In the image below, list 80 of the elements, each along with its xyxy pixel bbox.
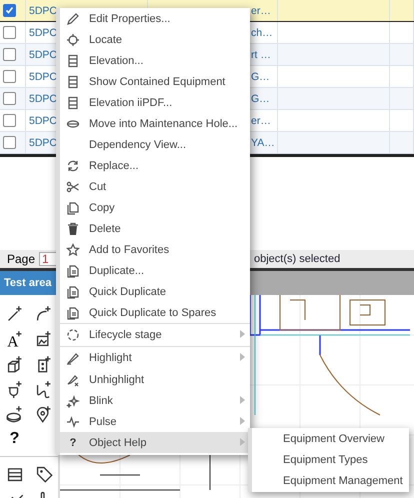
equipment-link[interactable]: 5DPC [29, 4, 58, 16]
table-cell: ch… [251, 26, 273, 38]
row-checkbox[interactable] [3, 70, 16, 83]
rack-icon [66, 54, 80, 68]
menu-item[interactable]: Show Contained Equipment [60, 71, 250, 92]
menu-item[interactable]: Blink [60, 390, 250, 411]
menu-item[interactable]: Pulse [60, 411, 250, 432]
image-add-icon[interactable] [34, 330, 52, 348]
equipment-link[interactable]: 5DPC [29, 48, 58, 60]
pin-add-icon[interactable] [34, 405, 52, 423]
line-add-icon[interactable] [6, 305, 24, 323]
duplicate-icon [66, 264, 80, 278]
layers-icon[interactable] [6, 465, 24, 483]
equipment-link[interactable]: 5DPC [29, 136, 58, 148]
menu-item[interactable]: Add to Favorites [60, 239, 250, 260]
menu-item[interactable]: Quick Duplicate [60, 281, 250, 302]
row-checkbox[interactable] [3, 136, 16, 149]
help-button[interactable]: ? [10, 430, 20, 448]
menu-item[interactable]: Cut [60, 176, 250, 197]
table-cell: er… [251, 114, 271, 126]
equipment-link[interactable]: 5DPC [29, 70, 58, 82]
cable-add-icon[interactable] [34, 380, 52, 398]
menu-item[interactable]: Replace... [60, 155, 250, 176]
plug-add-icon[interactable] [6, 380, 24, 398]
row-checkbox[interactable] [3, 92, 16, 105]
table-cell: YA… [251, 136, 275, 148]
menu-item[interactable]: Locate [60, 29, 250, 50]
pencil-icon [66, 12, 80, 26]
checkmark-icon [5, 6, 14, 15]
menu-item[interactable]: Quick Duplicate to Spares [60, 302, 250, 323]
help-glyph: ? [70, 436, 76, 448]
table-cell: G… [251, 92, 270, 104]
arc-add-icon[interactable] [34, 305, 52, 323]
rack-icon [66, 74, 80, 88]
sparkles-icon [66, 394, 80, 408]
menu-item[interactable]: Highlight [60, 346, 250, 369]
menu-item[interactable]: Lifecycle stage [60, 323, 250, 346]
row-checkbox[interactable] [3, 114, 16, 127]
menu-item[interactable]: Elevation iiPDF... [60, 92, 250, 113]
submenu-item[interactable]: Equipment Types [252, 449, 409, 470]
menu-item[interactable]: Elevation... [60, 50, 250, 71]
scissors-icon [66, 180, 80, 194]
table-cell: G… [251, 70, 270, 82]
copy-icon [66, 200, 80, 214]
equipment-link[interactable]: 5DPC [29, 92, 58, 104]
menu-item[interactable]: Move into Maintenance Hole... [60, 113, 250, 134]
duplicate-icon [66, 306, 80, 320]
highlighter-cross-icon [66, 372, 80, 386]
table-cell: rt … [251, 48, 271, 60]
tag-icon[interactable] [34, 465, 52, 483]
pulse-icon [66, 414, 80, 428]
menu-item[interactable]: Duplicate... [60, 260, 250, 281]
cube-add-icon[interactable] [6, 355, 24, 373]
star-icon [66, 242, 80, 256]
equipment-link[interactable]: 5DPC [29, 114, 58, 126]
disc-add-icon[interactable] [6, 405, 24, 423]
page-label: Page [7, 252, 36, 266]
equipment-link[interactable]: 5DPC [29, 26, 58, 38]
menu-item[interactable]: Dependency View... [60, 134, 250, 155]
row-checkbox[interactable] [3, 48, 16, 61]
submenu-item[interactable]: Equipment Management [252, 470, 409, 491]
row-checkbox[interactable] [3, 4, 16, 17]
menu-item[interactable]: ? Object Help [60, 432, 250, 453]
menu-item[interactable]: Unhighlight [60, 369, 250, 390]
rack-icon [66, 96, 80, 110]
row-checkbox[interactable] [3, 26, 16, 39]
menu-item[interactable]: Edit Properties... [60, 8, 250, 29]
crosshair-icon [66, 32, 80, 46]
menu-item[interactable]: Delete [60, 218, 250, 239]
dashed-cycle-icon [66, 328, 80, 342]
submenu-item[interactable]: Equipment Overview [252, 428, 409, 449]
selection-count: object(s) selected [254, 253, 340, 265]
menu-item[interactable]: Copy [60, 197, 250, 218]
drawing-tab[interactable]: Test area [0, 271, 56, 295]
refresh-icon [66, 158, 80, 172]
table-cell: er… [251, 4, 271, 16]
text-tool-glyph: A [6, 334, 18, 348]
duplicate-icon [66, 284, 80, 298]
trash-icon [66, 222, 80, 236]
highlighter-icon [66, 351, 80, 365]
